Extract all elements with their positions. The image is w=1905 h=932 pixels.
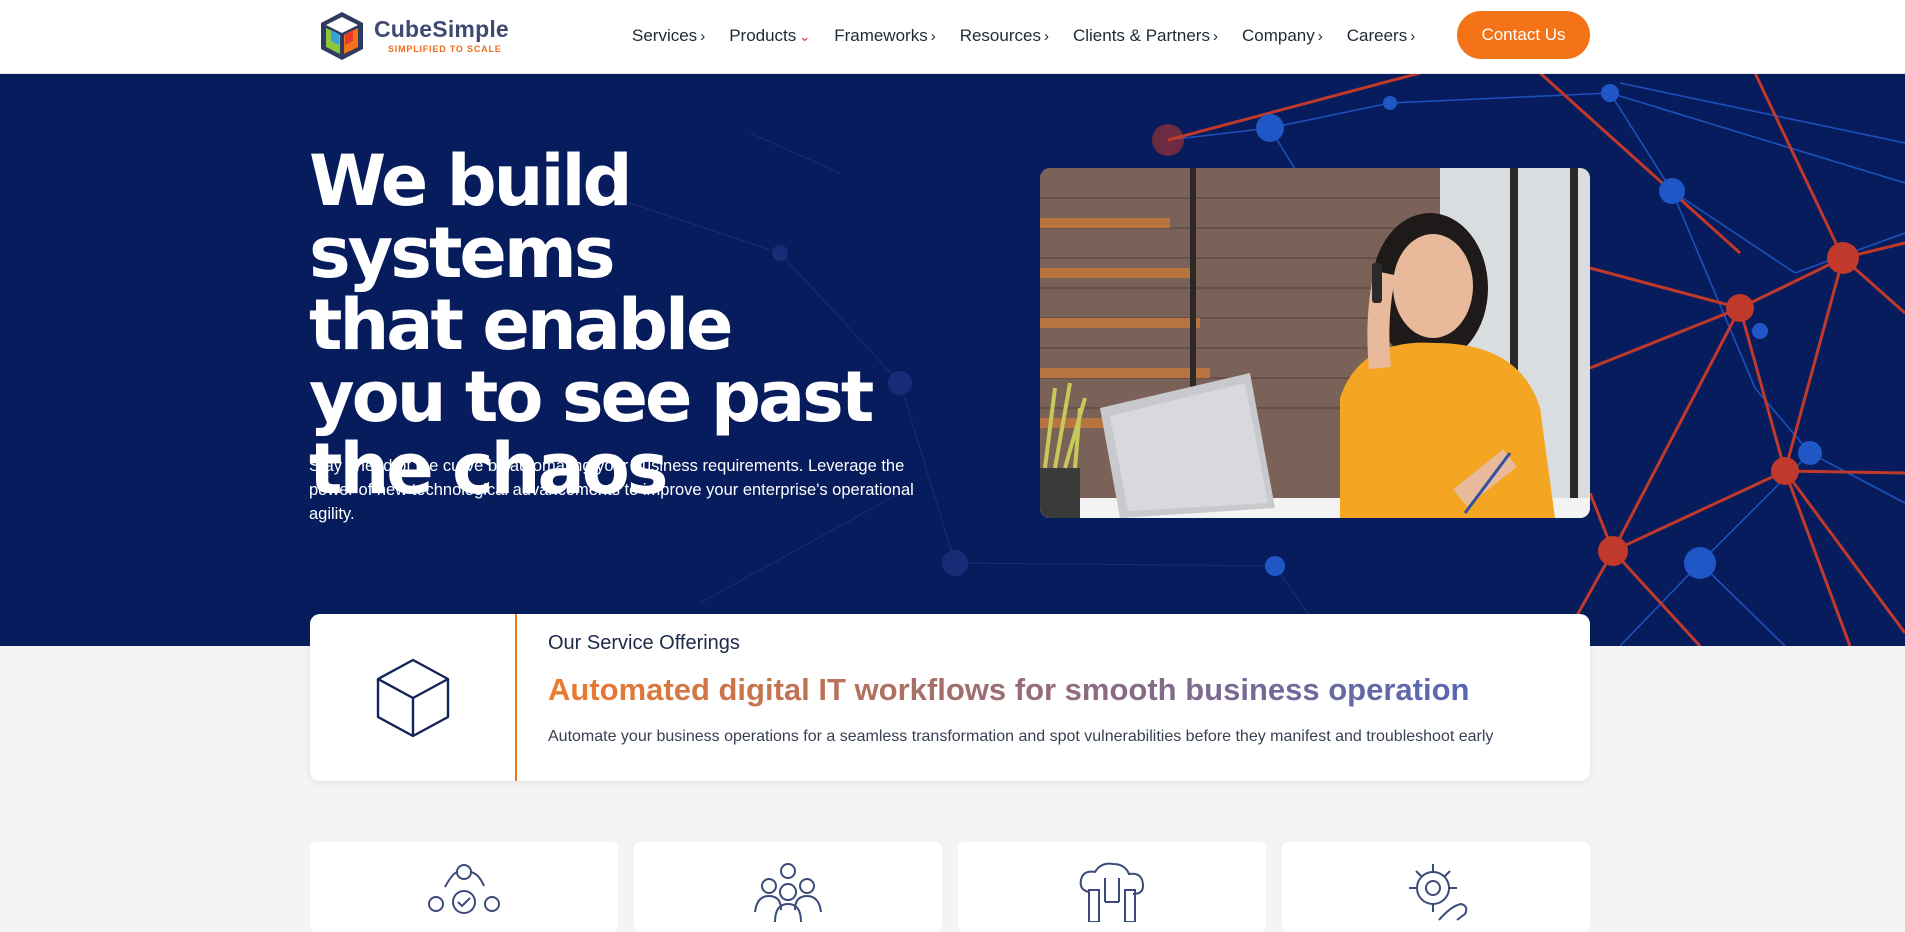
nav-item-label: Clients & Partners: [1072, 26, 1210, 45]
nav-item-careers[interactable]: Careers ›: [1335, 26, 1427, 46]
hero-subtitle: Stay ahead of the curve by automating yo…: [309, 457, 914, 523]
brand-name: CubeSimple: [374, 16, 509, 42]
nav-item-label: Frameworks: [834, 26, 928, 45]
gear-hand-icon: [1409, 864, 1468, 921]
automation-cycle-icon: [428, 864, 500, 914]
offerings-eyebrow: Our Service Offerings: [548, 632, 740, 654]
chevron-right-icon: ›: [700, 27, 706, 45]
nav-item-label: Company: [1241, 26, 1315, 45]
brand-tagline: SIMPLIFIED TO SCALE: [388, 44, 502, 54]
service-card[interactable]: [310, 842, 618, 932]
chevron-right-icon: ›: [1410, 27, 1416, 45]
nav-item-label: Services: [632, 26, 698, 45]
chevron-right-icon: ›: [1043, 27, 1049, 45]
chevron-right-icon: ›: [930, 27, 936, 45]
main-nav: Services › Products ⌄ Frameworks › Resou…: [620, 0, 1427, 72]
chevron-right-icon: ›: [1212, 27, 1218, 45]
nav-item-label: Careers: [1346, 26, 1408, 45]
cloud-circuit-icon: [1079, 862, 1145, 922]
hero-section: We build systems that enable you to see …: [0, 73, 1905, 646]
offer-icon-panel: [310, 614, 517, 781]
chevron-right-icon: ›: [1317, 27, 1323, 45]
woman-on-phone-photo: [1040, 168, 1590, 518]
hero-title-line: you to see past: [309, 356, 874, 438]
site-header: CubeSimple SIMPLIFIED TO SCALE Services …: [0, 0, 1905, 74]
nav-item-company[interactable]: Company ›: [1230, 26, 1335, 46]
service-card[interactable]: [1282, 842, 1590, 932]
offerings-description: Automate your business operations for a …: [548, 728, 1494, 745]
chevron-down-icon: ⌄: [799, 29, 811, 44]
service-offerings-card: Our Service Offerings Automated digital …: [310, 614, 1590, 781]
offerings-title: Automated digital IT workflows for smoot…: [548, 672, 1470, 707]
nav-item-services[interactable]: Services ›: [620, 26, 717, 46]
nav-item-products[interactable]: Products ⌄: [717, 26, 822, 46]
network-background: [599, 73, 1905, 646]
contact-us-button[interactable]: Contact Us: [1457, 11, 1590, 59]
service-card[interactable]: [634, 842, 942, 932]
cube-icon: [376, 658, 449, 737]
nav-item-resources[interactable]: Resources ›: [948, 26, 1061, 46]
nav-item-label: Resources: [959, 26, 1041, 45]
hero-title-line: We build systems: [309, 140, 633, 294]
hero-photo: [1040, 168, 1590, 518]
hero-title-line: that enable: [309, 284, 733, 366]
hero-title: We build systems that enable you to see …: [309, 145, 949, 505]
brand-logo[interactable]: CubeSimple SIMPLIFIED TO SCALE: [318, 10, 509, 62]
nav-item-clients-partners[interactable]: Clients & Partners ›: [1061, 26, 1230, 46]
service-card[interactable]: [958, 842, 1266, 932]
nav-item-label: Products: [729, 26, 797, 45]
cube-logo-icon: [321, 12, 363, 60]
nav-item-frameworks[interactable]: Frameworks ›: [822, 26, 948, 46]
team-icon: [754, 863, 822, 922]
